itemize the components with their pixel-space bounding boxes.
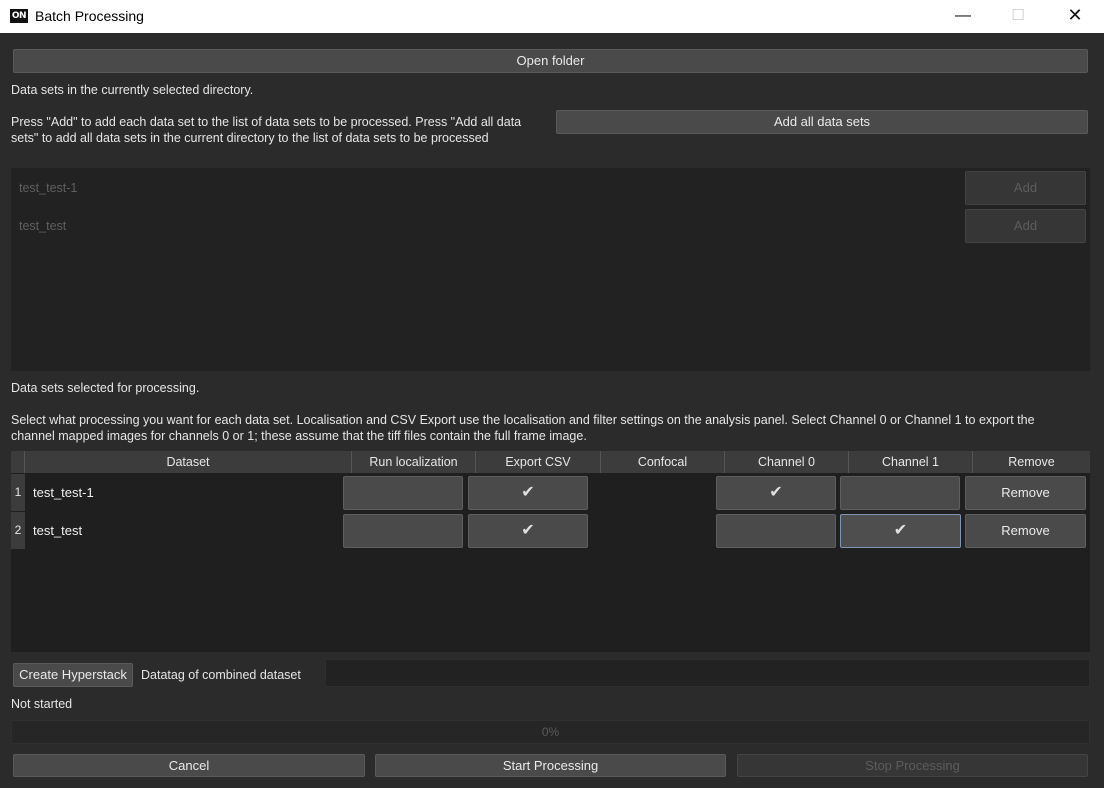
add-dataset-button[interactable]: Add (965, 171, 1086, 205)
export-csv-toggle[interactable]: ✔ (468, 476, 588, 510)
dataset-name-cell: test_test (33, 523, 83, 538)
run-localization-toggle[interactable] (343, 514, 463, 548)
selected-instructions: Select what processing you want for each… (11, 413, 1035, 443)
row-number: 2 (11, 512, 25, 549)
column-header-export-csv: Export CSV (476, 451, 601, 473)
column-header-channel-0: Channel 0 (725, 451, 849, 473)
datatag-label: Datatag of combined dataset (141, 668, 301, 682)
app-logo-icon: ON (10, 9, 28, 23)
start-processing-button[interactable]: Start Processing (375, 754, 726, 777)
available-datasets-list: test_test-1 Add test_test Add (11, 168, 1090, 371)
selected-datasets-table: Dataset Run localization Export CSV Conf… (11, 451, 1090, 652)
channel-0-toggle[interactable] (716, 514, 836, 548)
channel-1-toggle[interactable]: ✔ (840, 514, 961, 548)
run-localization-toggle[interactable] (343, 476, 463, 510)
dataset-item-name: test_test-1 (19, 181, 78, 195)
add-all-datasets-button[interactable]: Add all data sets (556, 110, 1088, 134)
column-header-run-localization: Run localization (352, 451, 476, 473)
remove-row-button[interactable]: Remove (965, 514, 1086, 548)
channel-1-toggle[interactable] (840, 476, 960, 510)
available-instructions: Press "Add" to add each data set to the … (11, 115, 522, 145)
column-header-dataset: Dataset (25, 451, 352, 473)
status-text: Not started (11, 697, 73, 711)
remove-row-button[interactable]: Remove (965, 476, 1086, 510)
stop-processing-button[interactable]: Stop Processing (737, 754, 1088, 777)
open-folder-button[interactable]: Open folder (13, 49, 1088, 73)
cancel-button[interactable]: Cancel (13, 754, 365, 777)
close-button[interactable]: ✕ (1052, 0, 1098, 33)
checkmark-icon: ✔ (521, 484, 535, 501)
available-datasets-header: Data sets in the currently selected dire… (11, 83, 254, 97)
export-csv-toggle[interactable]: ✔ (468, 514, 588, 548)
column-header-confocal: Confocal (601, 451, 725, 473)
column-header-remove: Remove (973, 451, 1090, 473)
dataset-name-cell: test_test-1 (33, 485, 94, 500)
selected-datasets-header: Data sets selected for processing. (11, 381, 200, 395)
checkmark-icon: ✔ (893, 522, 908, 539)
checkmark-icon: ✔ (521, 522, 535, 539)
progress-bar: 0% (11, 720, 1090, 744)
create-hyperstack-button[interactable]: Create Hyperstack (13, 663, 133, 687)
table-corner (11, 451, 25, 473)
channel-0-toggle[interactable]: ✔ (716, 476, 836, 510)
window-title: Batch Processing (35, 8, 144, 24)
minimize-button[interactable]: — (940, 0, 986, 33)
row-number: 1 (11, 474, 25, 511)
title-bar: ON Batch Processing — ☐ ✕ (0, 0, 1104, 33)
dataset-item-name: test_test (19, 219, 67, 233)
column-header-channel-1: Channel 1 (849, 451, 973, 473)
datatag-input[interactable] (325, 659, 1090, 687)
checkmark-icon: ✔ (769, 484, 783, 501)
maximize-button[interactable]: ☐ (995, 0, 1041, 33)
add-dataset-button[interactable]: Add (965, 209, 1086, 243)
